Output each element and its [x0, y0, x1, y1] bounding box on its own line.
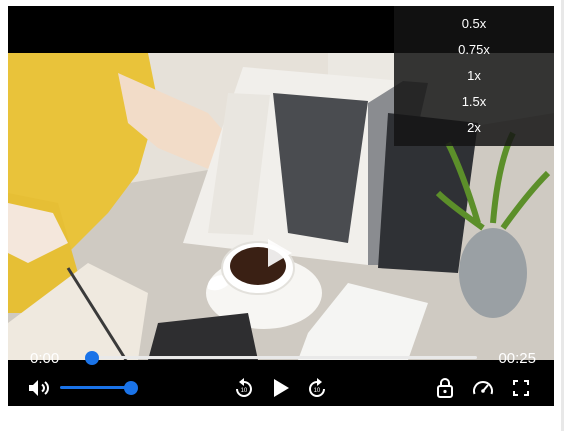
speed-option-0.5x[interactable]: 0.5x: [394, 12, 554, 38]
speed-option-1x[interactable]: 1x: [394, 64, 554, 90]
seek-handle[interactable]: [85, 351, 99, 365]
control-bar: 10 10: [8, 370, 554, 406]
svg-text:10: 10: [241, 388, 248, 394]
lock-icon[interactable]: [433, 376, 457, 400]
speed-option-0.75x[interactable]: 0.75x: [394, 38, 554, 64]
video-player[interactable]: 0.5x 0.75x 1x 1.5x 2x 0:00 00:25 10 10: [8, 6, 554, 406]
total-duration: 00:25: [498, 350, 536, 367]
current-time: 0:00: [30, 350, 60, 367]
seek-bar[interactable]: [91, 356, 477, 359]
volume-slider[interactable]: [60, 386, 132, 389]
rewind-10-icon[interactable]: 10: [232, 376, 256, 400]
svg-text:10: 10: [314, 388, 321, 394]
speed-option-1.5x[interactable]: 1.5x: [394, 90, 554, 116]
playback-speed-menu: 0.5x 0.75x 1x 1.5x 2x: [394, 6, 554, 146]
center-play-overlay-icon[interactable]: [268, 239, 292, 267]
volume-handle[interactable]: [124, 381, 138, 395]
forward-10-icon[interactable]: 10: [305, 376, 329, 400]
fullscreen-icon[interactable]: [509, 376, 533, 400]
play-icon[interactable]: [268, 376, 292, 400]
volume-icon[interactable]: [26, 376, 50, 400]
speedometer-icon[interactable]: [471, 376, 495, 400]
speed-option-2x[interactable]: 2x: [394, 116, 554, 142]
